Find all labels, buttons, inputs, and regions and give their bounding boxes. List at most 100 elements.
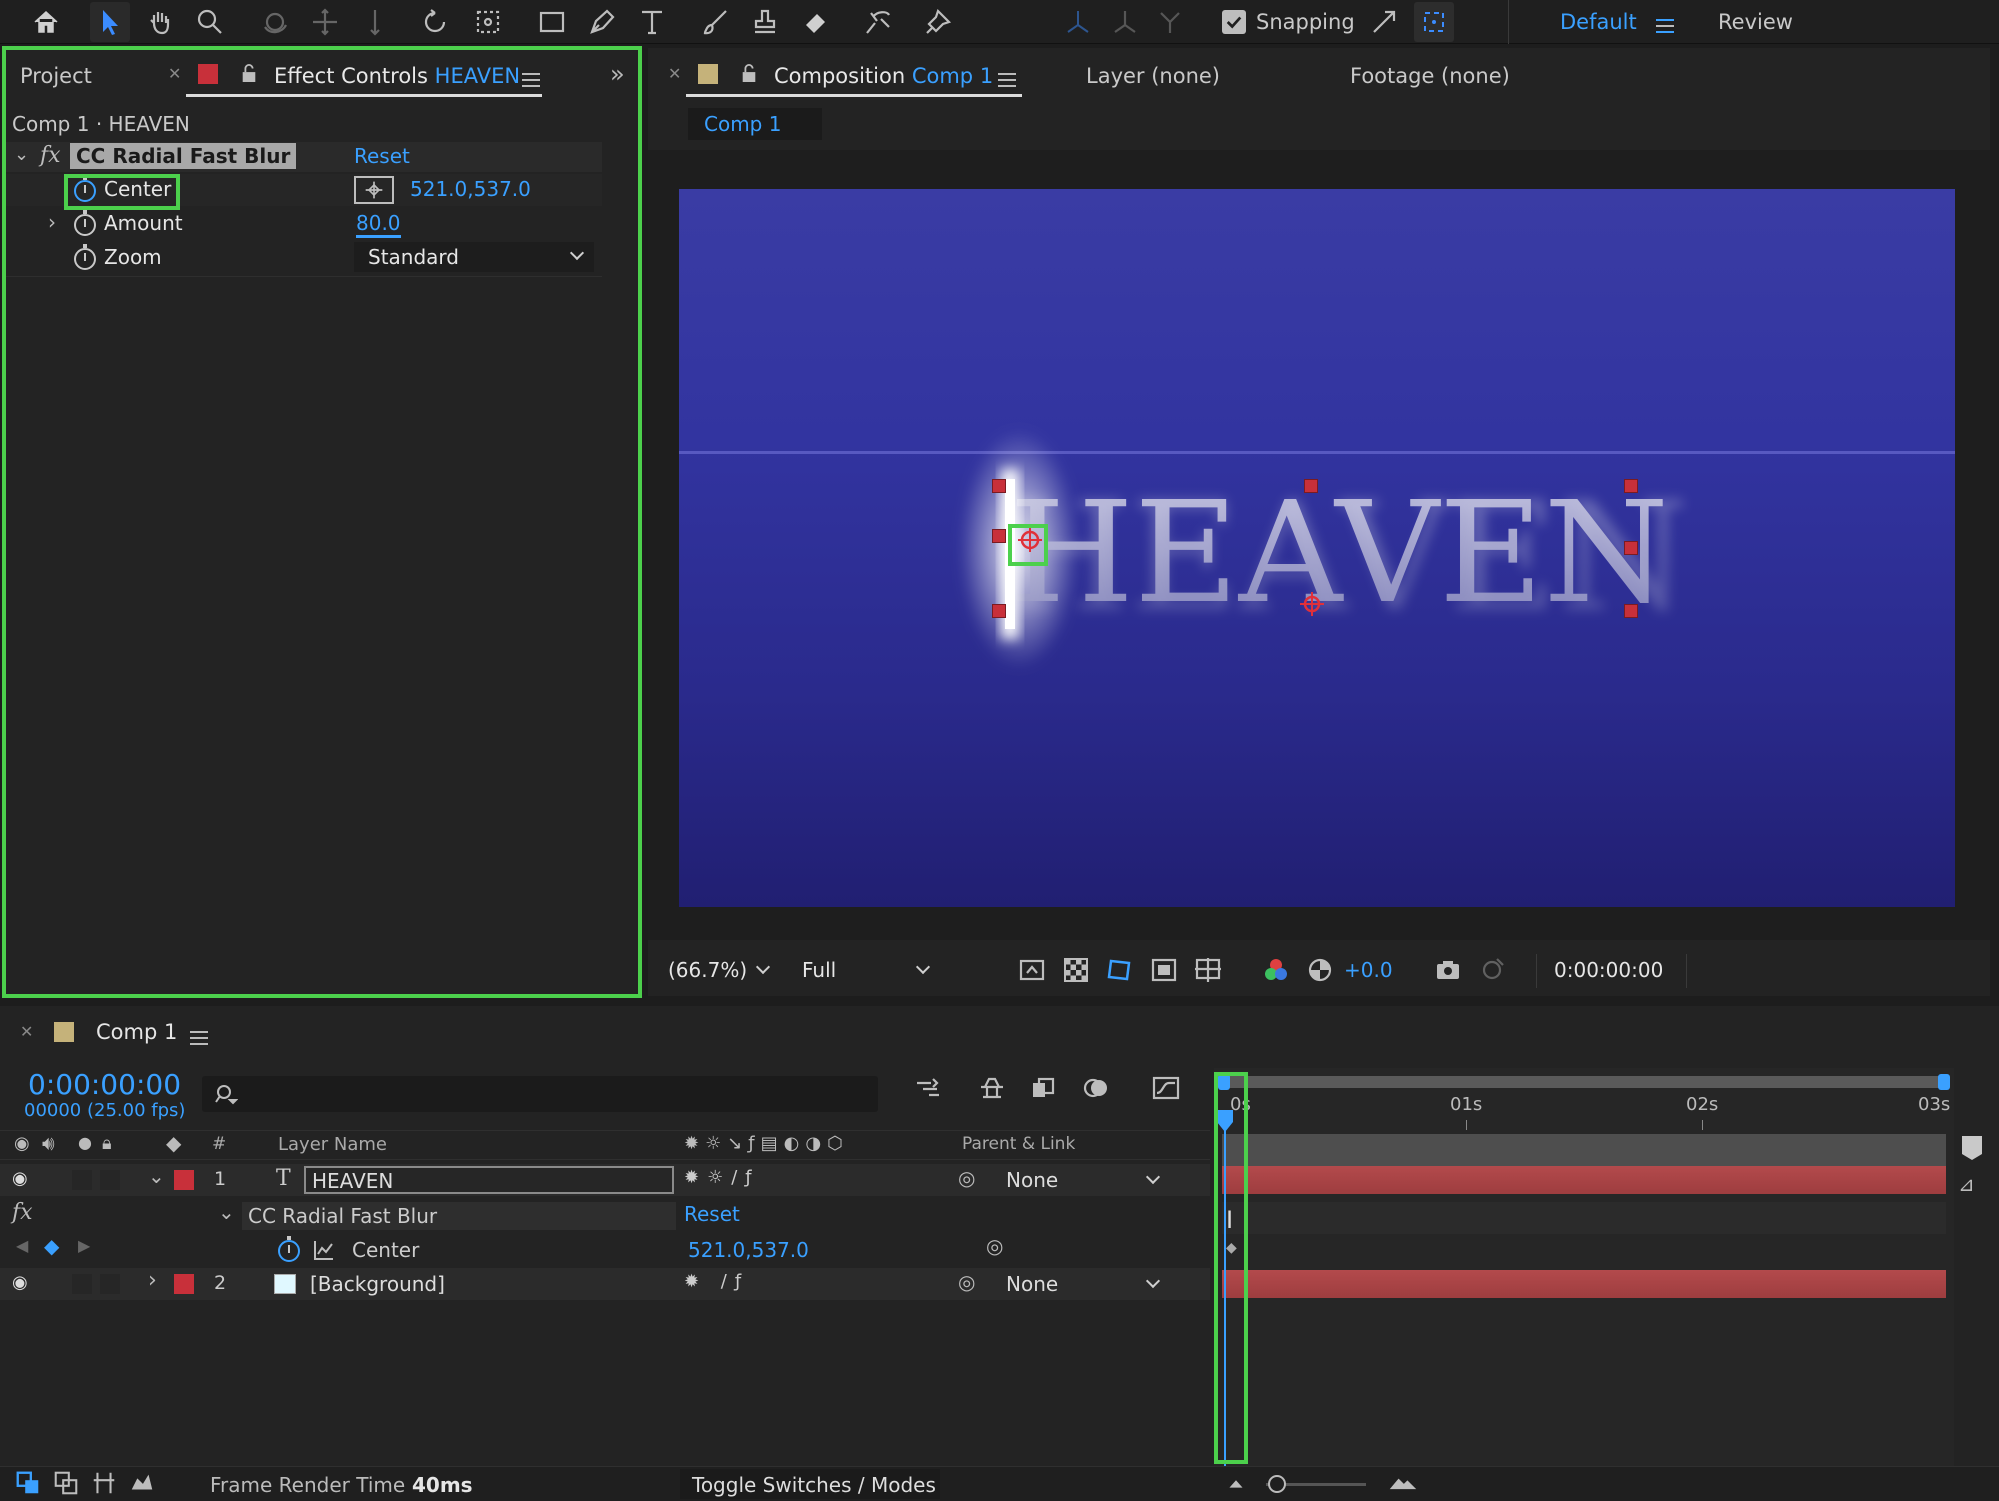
lock-column-icon[interactable]: 🔒︎ <box>102 1133 112 1154</box>
resolution-dropdown[interactable]: Full <box>788 952 944 988</box>
region-of-interest-icon[interactable] <box>1146 952 1182 988</box>
audio-icon[interactable]: 🔊︎ <box>42 1131 55 1155</box>
layer-handle[interactable] <box>1624 541 1638 555</box>
orbit-camera-icon[interactable] <box>255 2 295 42</box>
in-out-stretch-icon[interactable] <box>90 1469 118 1497</box>
layer-search-input[interactable] <box>202 1076 878 1112</box>
anchor-point-icon[interactable] <box>1299 591 1325 617</box>
next-keyframe-icon[interactable]: ▶ <box>78 1236 90 1255</box>
effect-name-cell[interactable]: CC Radial Fast Blur <box>242 1202 676 1230</box>
close-tab-icon[interactable]: ✕ <box>20 1022 33 1041</box>
home-icon[interactable] <box>26 2 66 42</box>
pick-whip-icon[interactable]: ◎ <box>958 1166 975 1190</box>
zoom-in-mountain-icon[interactable] <box>1386 1469 1420 1497</box>
workspace-review[interactable]: Review <box>1718 10 1793 34</box>
snapshot-camera-icon[interactable] <box>1430 952 1466 988</box>
layer-visibility-eye-icon[interactable]: ◉ <box>12 1168 28 1189</box>
time-zoom-slider-thumb[interactable] <box>1268 1475 1286 1493</box>
layer-duration-bar[interactable] <box>1222 1270 1946 1298</box>
layer-switches[interactable]: ✹☼/ƒ <box>684 1167 914 1193</box>
toggle-switches-modes-button[interactable]: Toggle Switches / Modes <box>680 1469 940 1499</box>
label-tag-icon[interactable]: ◆ <box>166 1131 181 1155</box>
layer-handle[interactable] <box>992 529 1006 543</box>
tab-composition[interactable]: Composition Comp 1 <box>774 64 993 88</box>
grid-guides-icon[interactable] <box>1190 952 1226 988</box>
channels-icon[interactable] <box>1258 952 1294 988</box>
snapping-checkbox[interactable] <box>1222 10 1246 34</box>
clone-stamp-icon[interactable] <box>745 2 785 42</box>
brush-tool-icon[interactable] <box>695 2 735 42</box>
expression-pick-whip-icon[interactable]: ◎ <box>986 1234 1003 1258</box>
timeline-menu-icon[interactable] <box>190 1026 208 1050</box>
layer-handle[interactable] <box>992 479 1006 493</box>
keyframe-diamond-icon[interactable]: ◆ <box>44 1234 59 1258</box>
expand-chevron-icon[interactable]: › <box>148 1268 157 1293</box>
composition-mini-flowchart-icon[interactable] <box>910 1070 946 1106</box>
eye-icon[interactable]: ◉ <box>14 1133 30 1154</box>
zoom-tool-icon[interactable] <box>190 2 230 42</box>
comp-marker-bin-icon[interactable] <box>1960 1134 1984 1162</box>
collapse-chevron-icon[interactable]: ⌄ <box>218 1200 235 1224</box>
exposure-value[interactable]: +0.0 <box>1344 958 1393 982</box>
lock-icon[interactable] <box>740 62 758 89</box>
show-snapshot-icon[interactable] <box>1474 952 1510 988</box>
snapping-options-icon[interactable] <box>1364 2 1404 42</box>
layer-row[interactable]: ◉ ⌄ 1 T HEAVEN ✹☼/ƒ ◎ None <box>0 1164 1210 1196</box>
rectangle-tool-icon[interactable] <box>532 2 572 42</box>
layer-marker-icon[interactable]: ⊿ <box>1958 1172 1975 1196</box>
graph-icon[interactable] <box>312 1238 336 1267</box>
motion-blur-icon[interactable] <box>1078 1070 1114 1106</box>
tab-footage[interactable]: Footage (none) <box>1350 64 1510 88</box>
layer-row[interactable]: ◉ › 2 [Background] ✹ /ƒ ◎ None <box>0 1268 1210 1300</box>
axis-local-icon[interactable] <box>1058 2 1098 42</box>
audio-switch[interactable] <box>72 1170 92 1190</box>
solo-icon[interactable]: ● <box>78 1133 92 1152</box>
layer-visibility-eye-icon[interactable]: ◉ <box>12 1272 28 1293</box>
eraser-tool-icon[interactable] <box>795 2 835 42</box>
layer-name-field[interactable]: HEAVEN <box>304 1166 674 1194</box>
layer-handle[interactable] <box>1624 479 1638 493</box>
comp-canvas[interactable]: HEAVEN HEAVEN <box>679 189 1955 907</box>
layer-name[interactable]: [Background] <box>310 1272 445 1296</box>
transparency-grid-icon[interactable] <box>1058 952 1094 988</box>
zoom-out-mountain-icon[interactable] <box>1222 1469 1250 1497</box>
roto-brush-icon[interactable] <box>858 2 898 42</box>
audio-switch[interactable] <box>72 1274 92 1294</box>
layer-switches-toggle-icon[interactable] <box>14 1469 42 1497</box>
timeline-timecode[interactable]: 0:00:00:00 <box>28 1068 181 1101</box>
layer-handle[interactable] <box>1304 479 1318 493</box>
mask-visibility-icon[interactable] <box>1102 952 1138 988</box>
collapse-chevron-icon[interactable]: ⌄ <box>148 1164 165 1188</box>
tab-layer[interactable]: Layer (none) <box>1086 64 1220 88</box>
layer-duration-bar[interactable] <box>1222 1166 1946 1194</box>
render-time-pane-icon[interactable] <box>128 1469 156 1497</box>
solo-switch[interactable] <box>100 1274 120 1294</box>
effect-reset-link[interactable]: Reset <box>684 1202 740 1226</box>
close-tab-icon[interactable]: ✕ <box>668 64 681 83</box>
viewer-menu-icon[interactable] <box>998 68 1016 92</box>
fast-previews-icon[interactable] <box>1014 952 1050 988</box>
pen-tool-icon[interactable] <box>582 2 622 42</box>
time-graph[interactable]: 0s 01s 02s 03s ◆ <box>1214 1068 1954 1466</box>
timeline-tab-label[interactable]: Comp 1 <box>96 1020 177 1044</box>
graph-editor-icon[interactable] <box>1148 1070 1184 1106</box>
comp-subtab[interactable]: Comp 1 <box>688 108 822 140</box>
work-area-bar[interactable] <box>1222 1076 1946 1088</box>
pan-camera-icon[interactable] <box>305 2 345 42</box>
col-layer-name-header[interactable]: Layer Name <box>278 1134 387 1155</box>
layer-handle[interactable] <box>992 604 1006 618</box>
rotation-tool-icon[interactable] <box>415 2 455 42</box>
workspace-menu-icon[interactable] <box>1656 14 1674 38</box>
solo-switch[interactable] <box>100 1170 120 1190</box>
draft-3d-icon[interactable] <box>974 1070 1010 1106</box>
layer-switches[interactable]: ✹ /ƒ <box>684 1271 914 1297</box>
extend-snapping-icon[interactable] <box>1414 2 1454 42</box>
layer-handle[interactable] <box>1624 604 1638 618</box>
axis-world-icon[interactable] <box>1105 2 1145 42</box>
pick-whip-icon[interactable]: ◎ <box>958 1270 975 1294</box>
zoom-dropdown[interactable]: (66.7%) <box>658 952 780 988</box>
fx-icon[interactable]: fx <box>12 1200 33 1225</box>
hand-tool-icon[interactable] <box>140 2 180 42</box>
parent-dropdown[interactable]: None <box>994 1166 1170 1194</box>
center-stopwatch-icon[interactable] <box>278 1236 300 1262</box>
